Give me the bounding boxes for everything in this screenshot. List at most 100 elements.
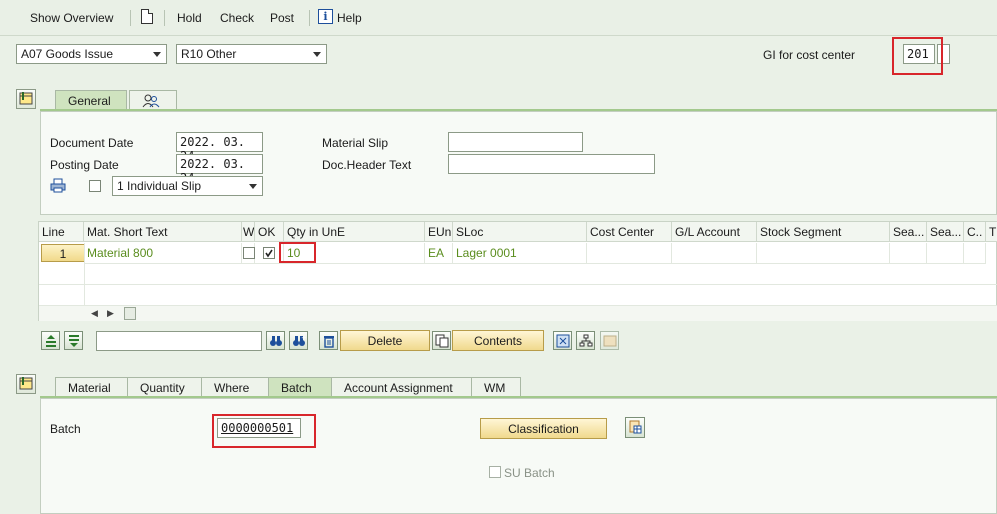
unit-cell[interactable]: EA xyxy=(425,243,453,264)
check-button[interactable]: Check xyxy=(220,11,254,25)
scroll-thumb[interactable] xyxy=(124,307,136,320)
classification-icon-button[interactable] xyxy=(625,417,645,438)
ok-checkbox[interactable] xyxy=(263,247,275,259)
contents-button[interactable]: Contents xyxy=(452,330,544,351)
column-header[interactable]: EUn xyxy=(425,222,453,242)
new-document-icon[interactable] xyxy=(141,9,153,24)
item-table: Line Mat. Short Text W OK Qty in UnE EUn… xyxy=(38,221,997,321)
column-header[interactable]: C.. xyxy=(964,222,986,242)
chevron-down-icon xyxy=(249,184,257,189)
binoculars-plus-icon: + xyxy=(293,334,306,346)
column-header[interactable]: Qty in UnE xyxy=(284,222,425,242)
table-cell[interactable] xyxy=(927,243,964,264)
document-table-icon xyxy=(629,420,642,434)
table-cell[interactable] xyxy=(890,243,927,264)
table-row xyxy=(39,264,997,285)
find-next-button[interactable]: + xyxy=(289,331,308,350)
tab-account-assignment[interactable]: Account Assignment xyxy=(331,377,472,397)
column-header[interactable]: SLoc xyxy=(453,222,587,242)
tab-batch[interactable]: Batch xyxy=(268,377,332,397)
copy-icon xyxy=(435,334,449,348)
table-search-field[interactable] xyxy=(96,331,262,351)
tab-material[interactable]: Material xyxy=(55,377,128,397)
table-cell[interactable] xyxy=(964,243,986,264)
table-row xyxy=(39,285,997,306)
movement-label: GI for cost center xyxy=(763,48,856,62)
chevron-down-icon xyxy=(153,52,161,57)
reference-value: R10 Other xyxy=(181,47,237,61)
collapse-icon xyxy=(19,92,33,105)
scroll-right-icon[interactable]: ▶ xyxy=(107,308,114,319)
posting-date-field[interactable]: 2022. 03. 24 xyxy=(176,154,263,185)
sloc-cell[interactable]: Lager 0001 xyxy=(453,243,587,264)
column-header[interactable]: W xyxy=(242,222,255,242)
highlight-box xyxy=(892,37,943,75)
tab-general[interactable]: General xyxy=(55,90,127,110)
su-batch-label: SU Batch xyxy=(504,466,555,480)
column-header[interactable]: G/L Account xyxy=(672,222,757,242)
line-number-button[interactable]: 1 xyxy=(41,244,85,262)
select-all-icon xyxy=(46,335,56,347)
toolbar-separator xyxy=(130,10,131,26)
posting-date-label: Posting Date xyxy=(50,158,119,172)
scroll-left-icon[interactable]: ◀ xyxy=(91,308,98,319)
reference-dropdown[interactable]: R10 Other xyxy=(176,44,327,64)
transaction-dropdown[interactable]: A07 Goods Issue xyxy=(16,44,167,64)
cost-center-cell[interactable] xyxy=(587,243,672,264)
column-header[interactable]: Stock Segment xyxy=(757,222,890,242)
doc-header-label: Doc.Header Text xyxy=(322,158,412,172)
toolbar-separator xyxy=(309,10,310,26)
column-header[interactable]: Th xyxy=(986,222,997,242)
help-button[interactable]: Help xyxy=(337,11,362,25)
column-header[interactable]: Mat. Short Text xyxy=(84,222,242,242)
column-header[interactable]: Line xyxy=(39,222,84,242)
column-divider xyxy=(84,243,85,306)
print-option-dropdown[interactable]: 1 Individual Slip xyxy=(112,176,263,196)
printer-icon xyxy=(50,178,66,193)
column-header[interactable]: Sea... xyxy=(927,222,964,242)
collapse-icon xyxy=(19,377,33,390)
print-checkbox[interactable] xyxy=(89,180,101,192)
column-header[interactable]: OK xyxy=(255,222,284,242)
hold-button[interactable]: Hold xyxy=(177,11,202,25)
material-slip-field[interactable] xyxy=(448,132,583,152)
expand-button[interactable] xyxy=(553,331,572,350)
tab-wm[interactable]: WM xyxy=(471,377,521,397)
collapse-item-button[interactable] xyxy=(16,374,36,394)
material-slip-label: Material Slip xyxy=(322,136,389,150)
delete-icon-button[interactable] xyxy=(319,331,338,350)
collapse-header-button[interactable] xyxy=(16,89,36,109)
doc-header-field[interactable] xyxy=(448,154,655,174)
select-all-button[interactable] xyxy=(41,331,60,350)
column-header[interactable]: Cost Center xyxy=(587,222,672,242)
gl-account-cell[interactable] xyxy=(672,243,757,264)
expand-icon xyxy=(556,334,570,348)
horizontal-scrollbar[interactable]: ◀ ▶ xyxy=(39,306,997,321)
batch-panel xyxy=(40,398,997,514)
column-header[interactable]: Sea... xyxy=(890,222,927,242)
stock-segment-cell[interactable] xyxy=(757,243,890,264)
post-button[interactable]: Post xyxy=(270,11,294,25)
hierarchy-button[interactable] xyxy=(576,331,595,350)
material-cell[interactable]: Material 800 xyxy=(84,243,242,264)
show-overview-button[interactable]: Show Overview xyxy=(30,11,113,25)
transaction-value: A07 Goods Issue xyxy=(21,47,114,61)
delete-button[interactable]: Delete xyxy=(340,330,430,351)
chevron-down-icon xyxy=(313,52,321,57)
highlight-box xyxy=(279,242,316,263)
info-icon[interactable]: i xyxy=(318,9,333,24)
checkmark-icon xyxy=(265,249,273,258)
highlight-box xyxy=(212,414,316,448)
find-button[interactable] xyxy=(266,331,285,350)
tab-where[interactable]: Where xyxy=(201,377,269,397)
toolbar-separator xyxy=(164,10,165,26)
document-date-field[interactable]: 2022. 03. 24 xyxy=(176,132,263,163)
w-checkbox[interactable] xyxy=(243,247,255,259)
deselect-all-button[interactable] xyxy=(64,331,83,350)
tab-partner[interactable] xyxy=(129,90,177,110)
table-icon xyxy=(603,335,617,347)
su-batch-checkbox xyxy=(489,466,501,478)
contents-icon-button[interactable] xyxy=(432,331,451,350)
classification-button[interactable]: Classification xyxy=(480,418,607,439)
tab-quantity[interactable]: Quantity xyxy=(127,377,202,397)
